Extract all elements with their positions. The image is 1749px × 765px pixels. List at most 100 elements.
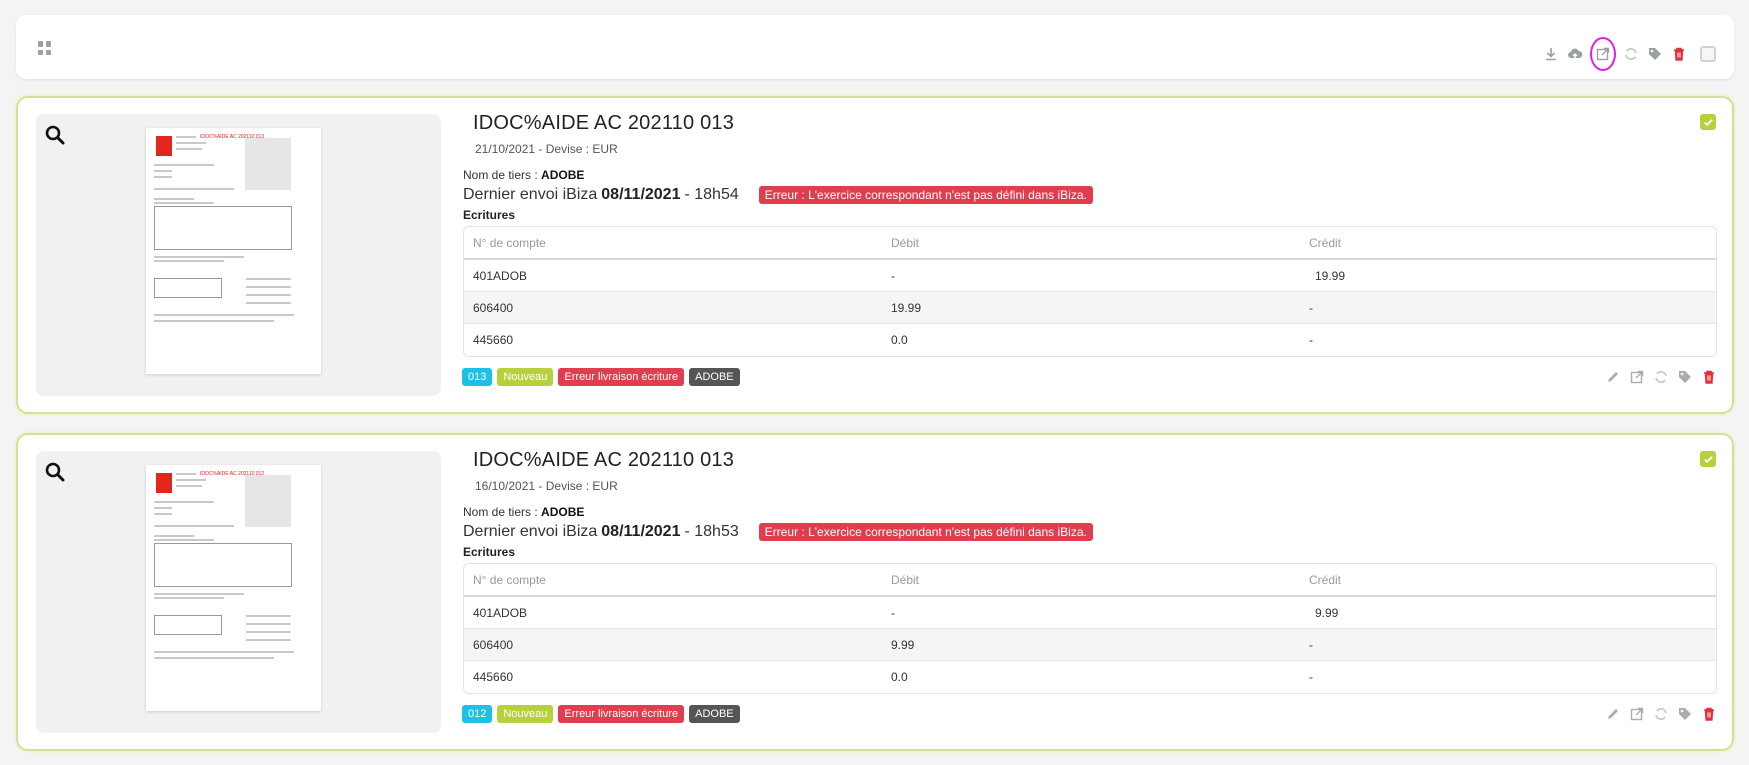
- column-header-debit: Débit: [891, 572, 920, 587]
- ecritures-label: Ecritures: [463, 208, 516, 222]
- table-row: 401ADOB - 19.99: [464, 260, 1716, 292]
- cell-credit: 9.99: [1315, 605, 1339, 620]
- tiers-label: Nom de tiers :: [463, 168, 542, 182]
- cell-credit: -: [1309, 333, 1313, 347]
- tiers-value: ADOBE: [541, 168, 585, 182]
- table-row: 445660 0.0 -: [464, 324, 1716, 356]
- tag-list: 013 Nouveau Erreur livraison écriture AD…: [462, 368, 740, 386]
- tiers-value: ADOBE: [541, 505, 585, 519]
- cell-credit: -: [1309, 300, 1313, 315]
- table-header-row: N° de compte Débit Crédit: [464, 227, 1716, 260]
- document-date: 21/10/2021: [475, 142, 536, 156]
- error-badge: Erreur : L'exercice correspondant n'est …: [758, 186, 1093, 204]
- cell-compte: 606400: [473, 300, 514, 315]
- selected-checkbox[interactable]: [1700, 114, 1716, 130]
- supplier-badge: ADOBE: [689, 368, 740, 386]
- tag-icon[interactable]: [1676, 705, 1694, 723]
- trash-icon[interactable]: [1700, 705, 1718, 723]
- export-icon[interactable]: [1628, 368, 1646, 386]
- cell-debit: -: [891, 605, 895, 620]
- table-header-row: N° de compte Débit Crédit: [464, 564, 1716, 597]
- cell-compte: 401ADOB: [473, 268, 528, 283]
- cell-debit: 0.0: [891, 333, 908, 347]
- number-badge: 012: [462, 705, 493, 723]
- cell-credit: 19.99: [1315, 268, 1346, 283]
- tiers-label: Nom de tiers :: [463, 505, 542, 519]
- devise-value: EUR: [592, 142, 618, 156]
- last-send-label: Dernier envoi iBiza: [463, 186, 598, 203]
- ecritures-table: N° de compte Débit Crédit 401ADOB - 9.99…: [463, 563, 1717, 694]
- tiers-line: Nom de tiers : ADOBE: [463, 168, 584, 182]
- cell-compte: 401ADOB: [473, 605, 528, 620]
- devise-separator: - Devise :: [535, 479, 593, 493]
- adobe-logo-icon: [156, 473, 172, 493]
- document-preview[interactable]: IDOC%AIDE AC 202110 012: [36, 451, 441, 733]
- ecritures-label: Ecritures: [463, 545, 516, 559]
- cloud-upload-icon[interactable]: [1566, 45, 1584, 63]
- toolbar-actions: [1542, 37, 1716, 71]
- edit-icon[interactable]: [1604, 368, 1622, 386]
- column-header-debit: Débit: [891, 235, 920, 250]
- export-icon[interactable]: [1590, 37, 1616, 71]
- sync-icon[interactable]: [1652, 705, 1670, 723]
- devise-separator: - Devise :: [535, 142, 593, 156]
- table-row: 606400 19.99 -: [464, 292, 1716, 324]
- last-send-date: 08/11/2021: [601, 523, 681, 540]
- table-row: 606400 9.99 -: [464, 629, 1716, 661]
- cell-credit: -: [1309, 670, 1313, 684]
- tag-icon[interactable]: [1676, 368, 1694, 386]
- document-card: IDOC%AIDE AC 202110 013 IDOC%AIDE AC 202…: [16, 96, 1734, 414]
- last-send-date: 08/11/2021: [601, 186, 681, 203]
- last-send-label: Dernier envoi iBiza: [463, 523, 598, 540]
- cell-credit: -: [1309, 637, 1313, 652]
- export-icon[interactable]: [1628, 705, 1646, 723]
- column-header-credit: Crédit: [1309, 235, 1342, 250]
- status-badge: Nouveau: [497, 368, 554, 386]
- column-header-compte: N° de compte: [473, 235, 546, 250]
- cell-compte: 445660: [473, 670, 514, 684]
- edit-icon[interactable]: [1604, 705, 1622, 723]
- document-title: IDOC%AIDE AC 202110 013: [473, 449, 735, 471]
- trash-icon[interactable]: [1670, 45, 1688, 63]
- cell-debit: -: [891, 268, 895, 283]
- column-header-credit: Crédit: [1309, 572, 1342, 587]
- download-icon[interactable]: [1542, 45, 1560, 63]
- error-status-badge: Erreur livraison écriture: [558, 705, 685, 723]
- cell-compte: 445660: [473, 333, 514, 347]
- select-all-checkbox[interactable]: [1700, 46, 1716, 62]
- grid-icon[interactable]: [38, 41, 52, 55]
- zoom-icon[interactable]: [44, 461, 66, 483]
- column-header-compte: N° de compte: [473, 572, 546, 587]
- tag-icon[interactable]: [1646, 45, 1664, 63]
- top-toolbar: [16, 15, 1734, 79]
- document-thumbnail: IDOC%AIDE AC 202110 013: [146, 128, 321, 374]
- status-badge: Nouveau: [497, 705, 554, 723]
- error-badge: Erreur : L'exercice correspondant n'est …: [758, 523, 1093, 541]
- table-row: 401ADOB - 9.99: [464, 597, 1716, 629]
- cell-compte: 606400: [473, 637, 514, 652]
- cell-debit: 9.99: [891, 637, 915, 652]
- last-send-line: Dernier envoi iBiza 08/11/2021 - 18h54 E…: [463, 186, 1093, 204]
- document-preview[interactable]: IDOC%AIDE AC 202110 013: [36, 114, 441, 396]
- last-send-time: - 18h54: [684, 186, 739, 203]
- zoom-icon[interactable]: [44, 124, 66, 146]
- document-date-devise: 21/10/2021 - Devise : EUR: [475, 142, 618, 156]
- document-date-devise: 16/10/2021 - Devise : EUR: [475, 479, 618, 493]
- supplier-badge: ADOBE: [689, 705, 740, 723]
- last-send-time: - 18h53: [684, 523, 739, 540]
- sync-icon[interactable]: [1652, 368, 1670, 386]
- cell-debit: 19.99: [891, 300, 922, 315]
- last-send-line: Dernier envoi iBiza 08/11/2021 - 18h53 E…: [463, 523, 1093, 541]
- devise-value: EUR: [592, 479, 618, 493]
- document-date: 16/10/2021: [475, 479, 536, 493]
- sync-icon[interactable]: [1622, 45, 1640, 63]
- tag-list: 012 Nouveau Erreur livraison écriture AD…: [462, 705, 740, 723]
- trash-icon[interactable]: [1700, 368, 1718, 386]
- adobe-logo-icon: [156, 136, 172, 156]
- tiers-line: Nom de tiers : ADOBE: [463, 505, 584, 519]
- document-card: IDOC%AIDE AC 202110 012 IDOC%AIDE AC 202…: [16, 433, 1734, 751]
- ecritures-table: N° de compte Débit Crédit 401ADOB - 19.9…: [463, 226, 1717, 357]
- document-thumbnail: IDOC%AIDE AC 202110 012: [146, 465, 321, 711]
- selected-checkbox[interactable]: [1700, 451, 1716, 467]
- error-status-badge: Erreur livraison écriture: [558, 368, 685, 386]
